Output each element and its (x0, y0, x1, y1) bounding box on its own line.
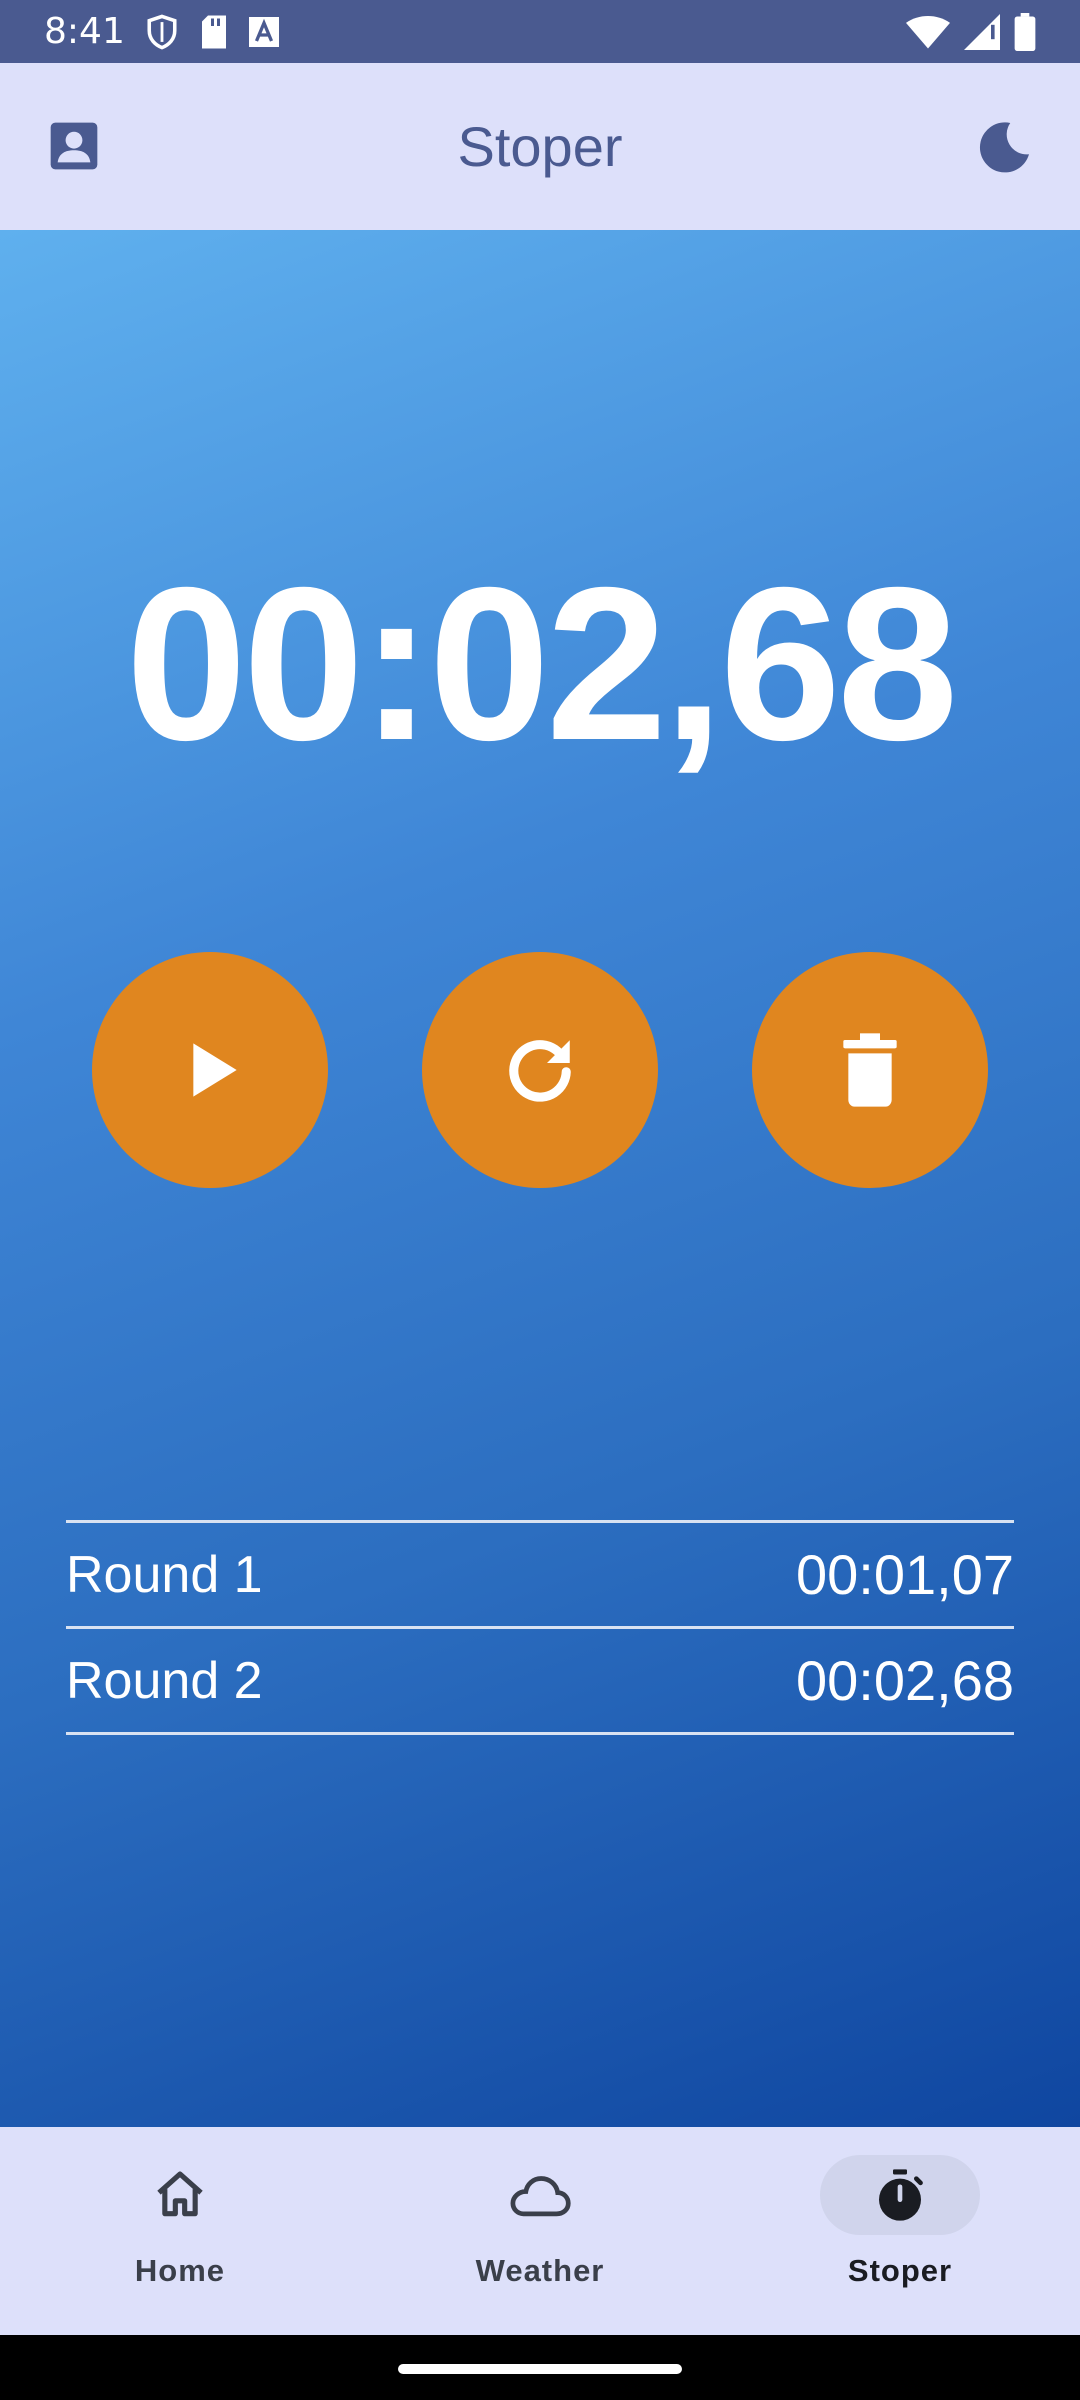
trash-icon (843, 1033, 897, 1107)
list-item: Round 2 00:02,68 (66, 1629, 1014, 1735)
round-time: 00:01,07 (796, 1543, 1014, 1606)
nav-icon-container (820, 2155, 980, 2235)
list-item: Round 1 00:01,07 (66, 1523, 1014, 1629)
round-label: Round 2 (66, 1651, 263, 1710)
page-title: Stoper (457, 115, 623, 178)
gesture-navigation-area (0, 2335, 1080, 2400)
round-time: 00:02,68 (796, 1649, 1014, 1712)
nav-label: Weather (475, 2253, 605, 2288)
home-icon (157, 2171, 203, 2217)
signal-icon (964, 13, 1000, 50)
status-left: 8:41 (44, 11, 279, 52)
reset-button[interactable] (422, 952, 658, 1188)
rounds-list: Round 1 00:01,07 Round 2 00:02,68 (66, 1520, 1014, 1735)
status-bar: 8:41 (0, 0, 1080, 63)
play-button[interactable] (92, 952, 328, 1188)
text-a-icon (248, 16, 279, 47)
nav-label: Stoper (847, 2253, 953, 2288)
shield-icon (147, 14, 177, 49)
nav-icon-container (100, 2155, 260, 2235)
nav-item-weather[interactable]: Weather (360, 2127, 720, 2335)
nav-label: Home (134, 2253, 226, 2288)
status-time: 8:41 (44, 11, 125, 52)
stopwatch-panel: 00:02,68 Round 1 00:01,07 Round 2 00:02,… (0, 230, 1080, 2127)
profile-button[interactable] (46, 118, 102, 174)
wifi-icon (906, 15, 950, 49)
stopwatch-icon (879, 2169, 923, 2221)
profile-icon (50, 122, 98, 170)
refresh-icon (509, 1040, 571, 1102)
dark-mode-moon-icon (979, 122, 1029, 173)
round-label: Round 1 (66, 1545, 263, 1604)
battery-icon (1014, 12, 1036, 51)
top-app-bar: Stoper (0, 63, 1080, 230)
delete-button[interactable] (752, 952, 988, 1188)
nav-icon-container (460, 2155, 620, 2235)
cloud-icon (510, 2176, 571, 2217)
nav-item-stoper[interactable]: Stoper (720, 2127, 1080, 2335)
nav-item-home[interactable]: Home (0, 2127, 360, 2335)
sd-card-icon (201, 15, 226, 48)
stopwatch-time-display: 00:02,68 (125, 543, 959, 786)
status-right (906, 12, 1036, 51)
dark-mode-toggle[interactable] (974, 118, 1034, 178)
gesture-handle[interactable] (398, 2364, 682, 2374)
play-icon (193, 1043, 237, 1097)
bottom-navigation: Home Weather Stoper (0, 2127, 1080, 2335)
